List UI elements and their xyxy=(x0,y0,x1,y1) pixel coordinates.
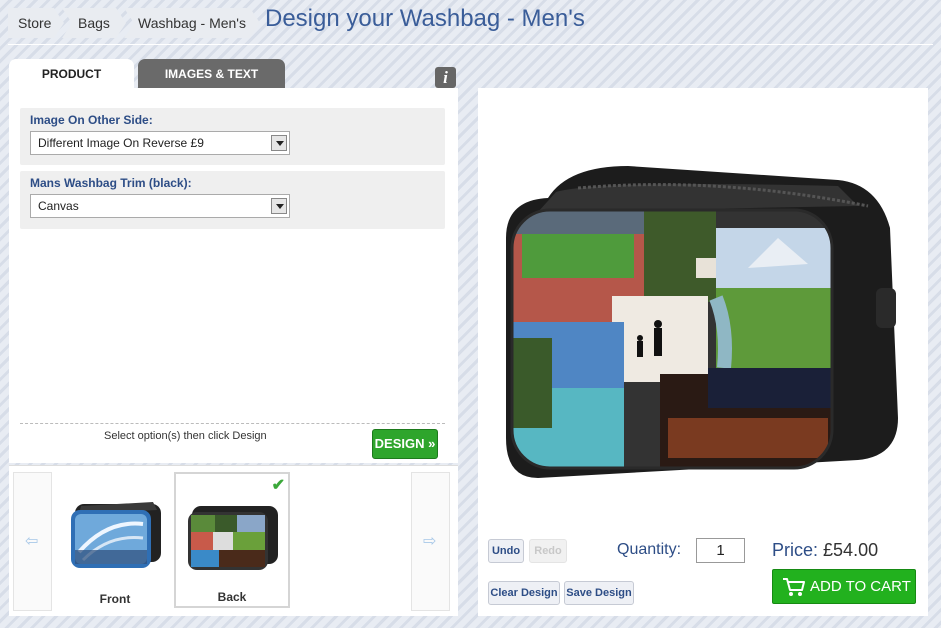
price-amount: £54.00 xyxy=(823,540,879,560)
image-other-side-select[interactable]: Different Image On Reverse £9 xyxy=(30,131,290,155)
arrow-left-icon: ⇦ xyxy=(25,533,39,550)
info-icon[interactable]: i xyxy=(435,67,456,88)
title-divider xyxy=(8,44,933,45)
quantity-input[interactable]: 1 xyxy=(696,538,745,563)
design-preview-panel: Undo Redo Clear Design Save Design Quant… xyxy=(478,88,928,616)
chevron-down-icon[interactable] xyxy=(271,198,287,214)
view-thumbnails: ⇦ Front ✔ Back ⇨ xyxy=(9,465,458,616)
undo-button[interactable]: Undo xyxy=(488,539,524,563)
washbag-front-thumbnail-icon xyxy=(71,502,161,568)
thumbnail-label: Back xyxy=(217,590,247,604)
shopping-cart-icon xyxy=(783,578,805,596)
design-button[interactable]: DESIGN » xyxy=(372,429,438,459)
tab-product-options[interactable]: PRODUCT OPTIONS xyxy=(9,59,134,111)
option-washbag-trim: Mans Washbag Trim (black): Canvas xyxy=(20,171,445,229)
washbag-preview-image xyxy=(506,166,898,478)
price-label: Price: xyxy=(772,540,819,560)
page-title: Design your Washbag - Men's xyxy=(265,5,585,32)
thumbnail-front[interactable]: Front xyxy=(57,472,173,608)
next-view-button[interactable]: ⇨ xyxy=(411,472,450,611)
select-value: Different Image On Reverse £9 xyxy=(38,136,204,150)
chevron-down-icon[interactable] xyxy=(271,135,287,151)
breadcrumb-store[interactable]: Store xyxy=(8,8,64,38)
divider xyxy=(20,423,445,424)
select-value: Canvas xyxy=(38,199,79,213)
quantity-label: Quantity: xyxy=(617,541,682,558)
price: Price: £54.00 xyxy=(772,540,878,561)
prev-view-button[interactable]: ⇦ xyxy=(13,472,52,611)
clear-design-button[interactable]: Clear Design xyxy=(488,581,560,605)
redo-button[interactable]: Redo xyxy=(529,539,567,563)
thumbnail-label: Front xyxy=(99,592,131,606)
tab-images-text-tools[interactable]: IMAGES & TEXT TOOLS xyxy=(138,59,285,111)
option-label: Image On Other Side: xyxy=(30,113,153,127)
checkmark-icon: ✔ xyxy=(271,477,285,494)
design-hint: Select option(s) then click Design xyxy=(104,430,267,442)
arrow-right-icon: ⇨ xyxy=(423,533,437,550)
breadcrumb-washbag[interactable]: Washbag - Men's xyxy=(124,8,260,38)
breadcrumb-bags[interactable]: Bags xyxy=(62,8,126,38)
add-to-cart-button[interactable]: ADD TO CART xyxy=(772,569,916,604)
option-image-other-side: Image On Other Side: Different Image On … xyxy=(20,108,445,165)
washbag-trim-select[interactable]: Canvas xyxy=(30,194,290,218)
option-label: Mans Washbag Trim (black): xyxy=(30,176,192,190)
thumbnail-back[interactable]: ✔ Back xyxy=(174,472,290,608)
save-design-button[interactable]: Save Design xyxy=(564,581,634,605)
add-to-cart-label: ADD TO CART xyxy=(810,578,911,595)
product-options-panel: Image On Other Side: Different Image On … xyxy=(9,88,458,463)
